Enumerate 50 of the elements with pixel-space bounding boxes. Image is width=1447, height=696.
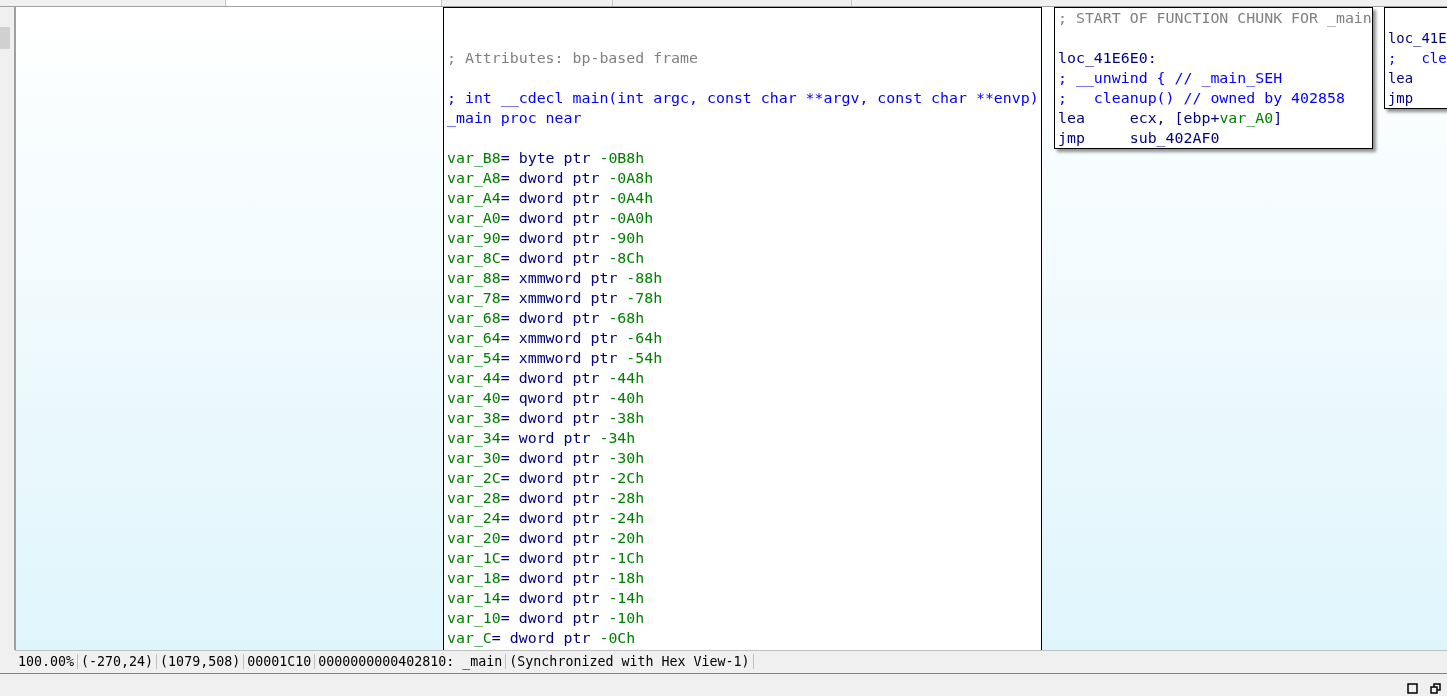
code-line: var_28= dword ptr -28h (447, 488, 646, 508)
status-field: 00001C10 (244, 653, 316, 669)
code-line: var_A0= dword ptr -0A0h (447, 208, 655, 228)
code-block[interactable]: loc_41E ; cle lea jmp (1384, 7, 1447, 109)
code-line: ; Attributes: bp-based frame (447, 48, 700, 68)
status-field: (1079,508) (157, 653, 245, 669)
status-field: 100.00% (15, 653, 79, 669)
code-line: loc_41E6E0: (1058, 48, 1158, 68)
code-line: var_10= dword ptr -10h (447, 608, 646, 628)
code-line: var_A8= dword ptr -0A8h (447, 168, 655, 188)
code-line: var_18= dword ptr -18h (447, 568, 646, 588)
code-block[interactable] (443, 7, 1042, 650)
code-line: var_30= dword ptr -30h (447, 448, 646, 468)
code-line: var_88= xmmword ptr -88h (447, 268, 664, 288)
code-line: ; cleanup() // owned by 402858 (1058, 88, 1346, 108)
code-line: var_54= xmmword ptr -54h (447, 348, 664, 368)
code-line: ; __unwind { // _main_SEH (1058, 68, 1284, 88)
code-line: ; int __cdecl main(int argc, const char **argv, const char **envp) (447, 88, 1038, 108)
status-field: 0000000000402810: _main (315, 653, 507, 669)
code-line: jmp (1388, 89, 1415, 108)
code-line: var_14= dword ptr -14h (447, 588, 646, 608)
code-line: var_1C= dword ptr -1Ch (447, 548, 646, 568)
code-line: var_78= xmmword ptr -78h (447, 288, 664, 308)
code-line: var_44= dword ptr -44h (447, 368, 646, 388)
status-field: (Synchronized with Hex View-1) (506, 653, 754, 669)
code-line: var_A4= dword ptr -0A4h (447, 188, 655, 208)
code-line: var_24= dword ptr -24h (447, 508, 646, 528)
code-line: ; START OF FUNCTION CHUNK FOR _main (1058, 8, 1369, 28)
code-line: var_2C= dword ptr -2Ch (447, 468, 646, 488)
code-line: lea (1388, 69, 1415, 88)
code-line: ; cle (1388, 49, 1447, 68)
code-line: var_8C= dword ptr -8Ch (447, 248, 646, 268)
maximize-icon[interactable] (1407, 683, 1418, 694)
code-line: loc_41E (1388, 29, 1447, 48)
code-line: var_20= dword ptr -20h (447, 528, 646, 548)
code-line: var_64= xmmword ptr -64h (447, 328, 664, 348)
code-line: var_38= dword ptr -38h (447, 408, 646, 428)
code-line: var_C= dword ptr -0Ch (447, 628, 637, 648)
code-line: var_B8= byte ptr -0B8h (447, 148, 646, 168)
code-line: _main proc near (447, 108, 583, 128)
restore-icon[interactable] (1430, 683, 1441, 694)
code-line: var_90= dword ptr -90h (447, 228, 646, 248)
code-line: var_34= word ptr -34h (447, 428, 637, 448)
status-field: (-270,24) (78, 653, 158, 669)
scrollbar[interactable] (0, 7, 15, 650)
code-block[interactable]: ; START OF FUNCTION CHUNK FOR _main loc_41E6E0: ; __unwind { // _main_SEH ; cleanup() // owned by 402858 lea ecx, [ebp+var_A0] jmp sub_402AF0 (1054, 7, 1373, 149)
code-line: var_68= dword ptr -68h (447, 308, 646, 328)
code-line: var_40= qword ptr -40h (447, 388, 646, 408)
code-line: lea ecx, [ebp+var_A0] (1058, 108, 1284, 128)
code-line: jmp sub_402AF0 (1058, 128, 1221, 148)
